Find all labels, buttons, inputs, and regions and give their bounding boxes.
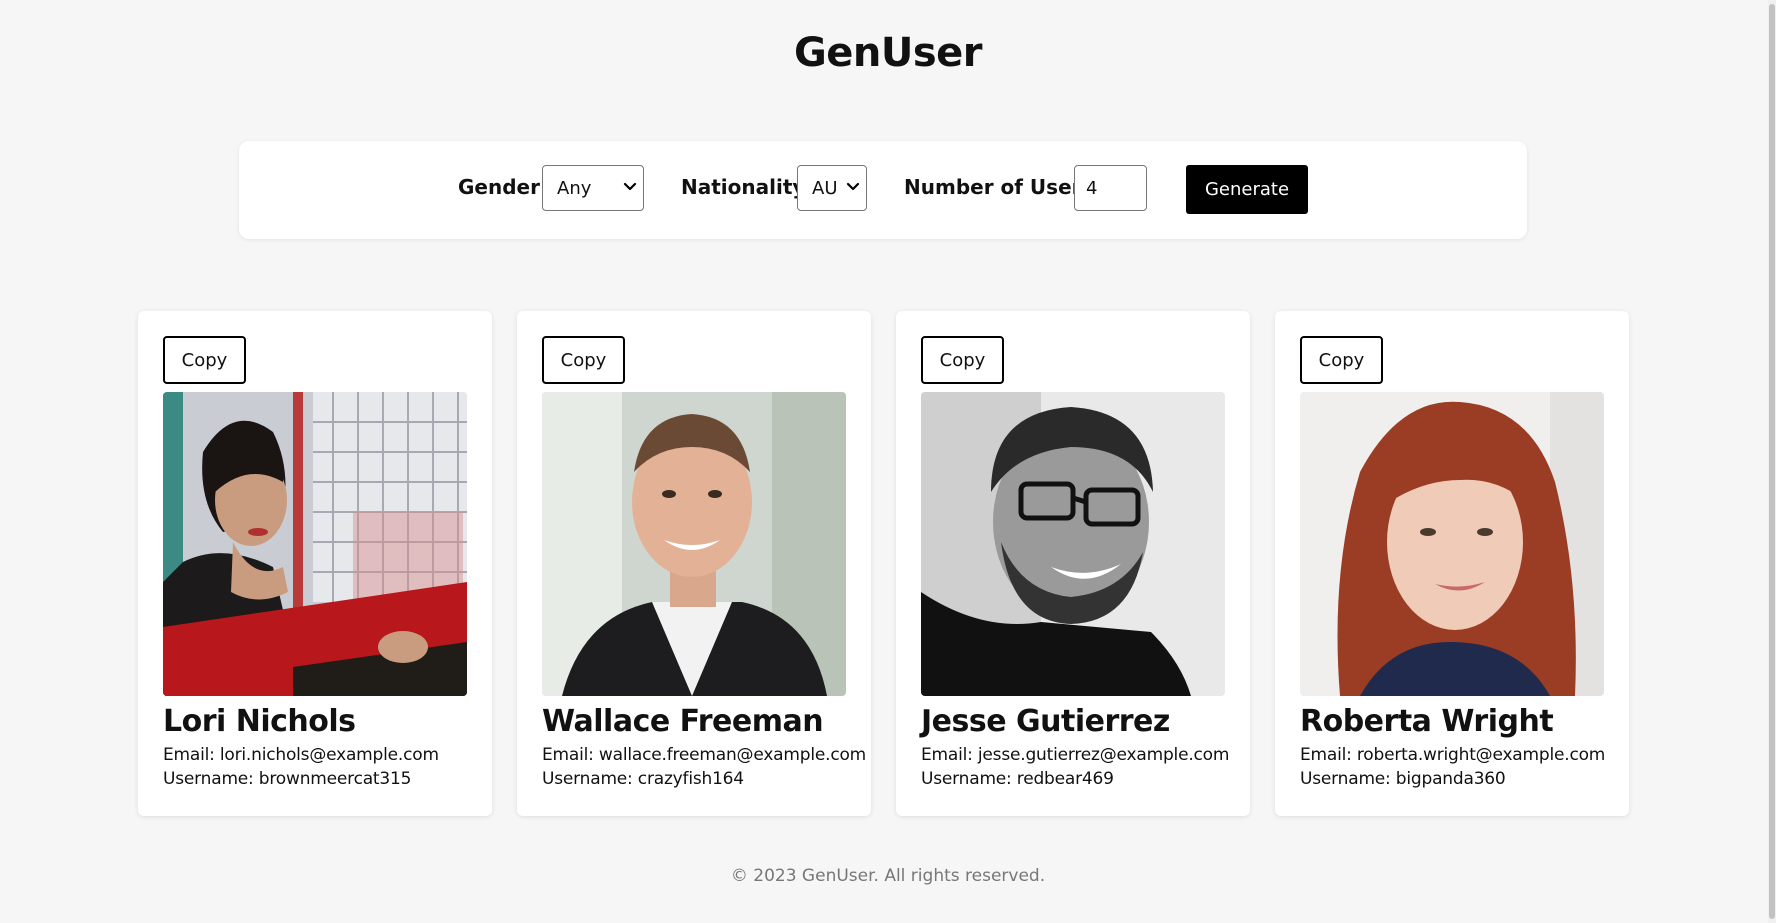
user-card: Copy Jesse Gutierrez Email: jesse.gutier… bbox=[896, 311, 1250, 816]
copy-button[interactable]: Copy bbox=[542, 336, 625, 384]
generator-controls-panel: Gender: Any Nationality: AU Number of Us… bbox=[239, 141, 1527, 239]
nationality-select[interactable]: AU bbox=[797, 165, 867, 211]
scrollbar[interactable] bbox=[1768, 0, 1776, 923]
user-username: Username: crazyfish164 bbox=[542, 769, 744, 789]
user-photo bbox=[163, 392, 467, 696]
page-title: GenUser bbox=[793, 30, 983, 76]
gender-label: Gender: bbox=[458, 175, 548, 199]
user-name: Wallace Freeman bbox=[542, 704, 824, 739]
user-card: Copy Wallace Freeman Email: wallace.free… bbox=[517, 311, 871, 816]
number-of-users-label: Number of Users: bbox=[904, 175, 1102, 199]
footer-copyright: © 2023 GenUser. All rights reserved. bbox=[730, 866, 1046, 886]
number-of-users-value: 4 bbox=[1086, 177, 1098, 199]
copy-button[interactable]: Copy bbox=[1300, 336, 1383, 384]
user-name: Jesse Gutierrez bbox=[921, 704, 1170, 739]
user-email: Email: jesse.gutierrez@example.com bbox=[921, 745, 1230, 765]
copy-button[interactable]: Copy bbox=[921, 336, 1004, 384]
user-photo bbox=[921, 392, 1225, 696]
user-username: Username: brownmeercat315 bbox=[163, 769, 412, 789]
user-name: Roberta Wright bbox=[1300, 704, 1554, 739]
user-email: Email: lori.nichols@example.com bbox=[163, 745, 439, 765]
chevron-down-icon bbox=[623, 182, 637, 191]
gender-select-value: Any bbox=[557, 177, 592, 199]
user-card: Copy Lori Nichols Email: lori.nichols@ex… bbox=[138, 311, 492, 816]
number-of-users-input[interactable]: 4 bbox=[1074, 165, 1147, 211]
nationality-select-value: AU bbox=[812, 177, 838, 199]
user-email: Email: roberta.wright@example.com bbox=[1300, 745, 1606, 765]
user-photo bbox=[1300, 392, 1604, 696]
user-username: Username: redbear469 bbox=[921, 769, 1114, 789]
user-name: Lori Nichols bbox=[163, 704, 356, 739]
user-photo bbox=[542, 392, 846, 696]
user-email: Email: wallace.freeman@example.com bbox=[542, 745, 867, 765]
generate-button[interactable]: Generate bbox=[1186, 165, 1308, 214]
user-card: Copy Roberta Wright Email: roberta.wrigh… bbox=[1275, 311, 1629, 816]
copy-button[interactable]: Copy bbox=[163, 336, 246, 384]
nationality-label: Nationality: bbox=[681, 175, 814, 199]
gender-select[interactable]: Any bbox=[542, 165, 644, 211]
user-username: Username: bigpanda360 bbox=[1300, 769, 1506, 789]
chevron-down-icon bbox=[846, 182, 860, 191]
